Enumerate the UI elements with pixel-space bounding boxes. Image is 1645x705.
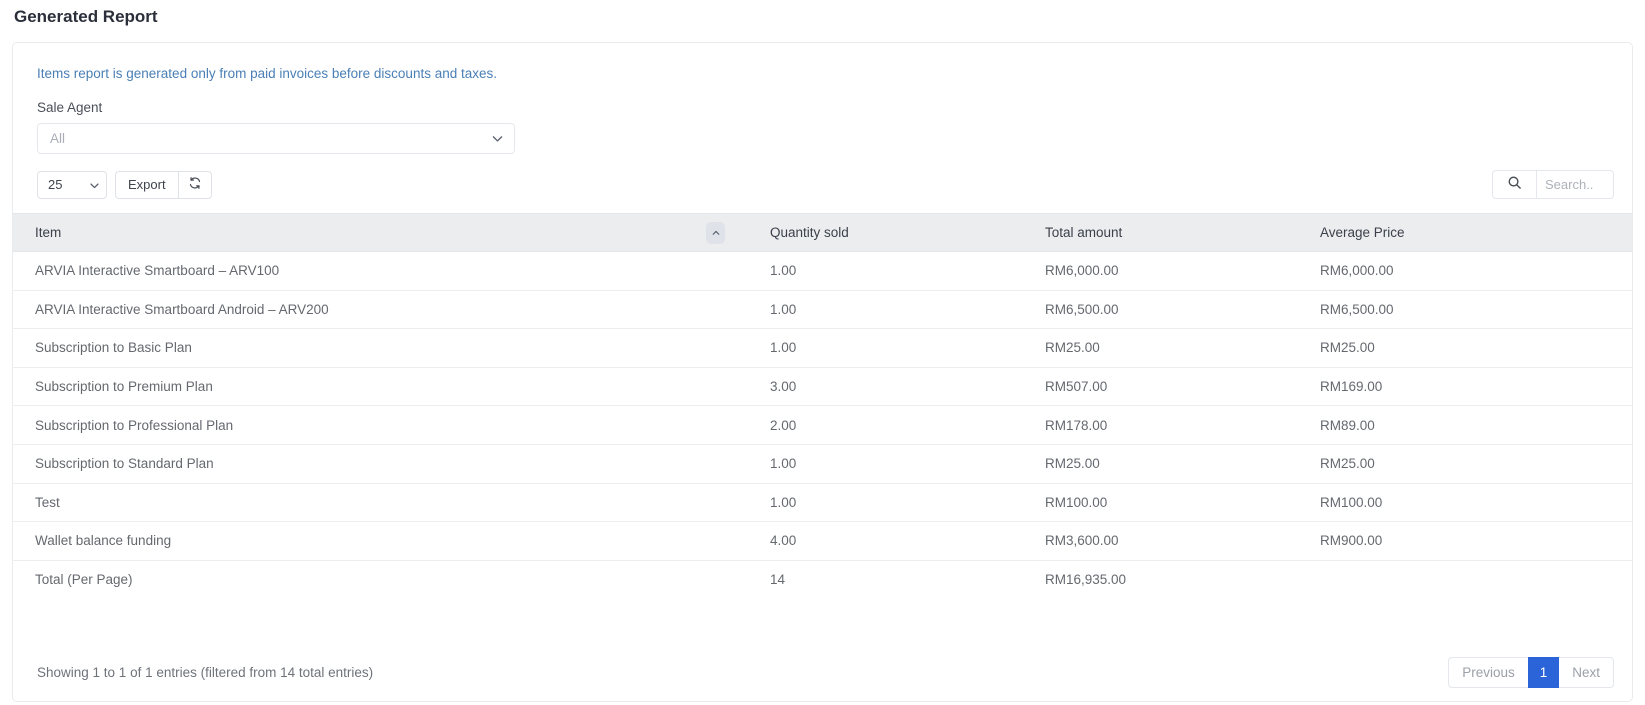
table-row[interactable]: ARVIA Interactive Smartboard – ARV100 1.… bbox=[13, 251, 1632, 291]
cell-total: RM100.00 bbox=[1023, 483, 1298, 523]
sale-agent-value: All bbox=[50, 131, 66, 146]
table-toolbar: 25 Export bbox=[13, 154, 1632, 199]
table-row[interactable]: Subscription to Standard Plan 1.00 RM25.… bbox=[13, 444, 1632, 484]
column-header-average-price[interactable]: Average Price bbox=[1298, 213, 1632, 252]
table-row[interactable]: Subscription to Basic Plan 1.00 RM25.00 … bbox=[13, 328, 1632, 368]
table-row[interactable]: ARVIA Interactive Smartboard Android – A… bbox=[13, 290, 1632, 330]
report-card: Items report is generated only from paid… bbox=[12, 42, 1633, 702]
cell-total: RM3,600.00 bbox=[1023, 521, 1298, 561]
table-row[interactable]: Subscription to Professional Plan 2.00 R… bbox=[13, 405, 1632, 445]
cell-item: Subscription to Basic Plan bbox=[13, 328, 748, 368]
cell-average: RM169.00 bbox=[1298, 367, 1632, 407]
cell-average: RM25.00 bbox=[1298, 328, 1632, 368]
cell-quantity: 1.00 bbox=[748, 290, 1023, 330]
chevron-down-icon bbox=[491, 132, 504, 145]
cell-total: RM25.00 bbox=[1023, 328, 1298, 368]
column-header-item-label: Item bbox=[35, 225, 62, 240]
table-row[interactable]: Test 1.00 RM100.00 RM100.00 bbox=[13, 483, 1632, 523]
search-icon bbox=[1507, 175, 1522, 195]
page-title: Generated Report bbox=[14, 7, 158, 26]
sale-agent-select[interactable]: All bbox=[37, 123, 515, 154]
column-header-quantity-sold[interactable]: Quantity sold bbox=[748, 213, 1023, 252]
cell-average: RM900.00 bbox=[1298, 521, 1632, 561]
chevron-down-icon bbox=[89, 179, 100, 190]
page-length-value: 25 bbox=[48, 177, 63, 192]
table-footer: Showing 1 to 1 of 1 entries (filtered fr… bbox=[13, 643, 1632, 701]
cell-total-quantity: 14 bbox=[770, 572, 786, 588]
cell-quantity: 1.00 bbox=[748, 251, 1023, 291]
cell-quantity: 1.00 bbox=[748, 444, 1023, 484]
cell-total-amount: RM16,935.00 bbox=[1045, 572, 1127, 588]
table-row[interactable]: Wallet balance funding 4.00 RM3,600.00 R… bbox=[13, 521, 1632, 561]
cell-item: ARVIA Interactive Smartboard – ARV100 bbox=[13, 251, 748, 291]
report-table: Item Quantity sold Total amount Average … bbox=[13, 213, 1632, 599]
pagination-next-button[interactable]: Next bbox=[1559, 656, 1614, 688]
sale-agent-label: Sale Agent bbox=[37, 100, 103, 115]
table-header-row: Item Quantity sold Total amount Average … bbox=[13, 213, 1632, 252]
cell-average: RM6,500.00 bbox=[1298, 290, 1632, 330]
cell-average: RM89.00 bbox=[1298, 405, 1632, 445]
cell-quantity: 2.00 bbox=[748, 405, 1023, 445]
cell-item: ARVIA Interactive Smartboard Android – A… bbox=[13, 290, 748, 330]
pagination: Previous 1 Next bbox=[1448, 656, 1614, 688]
cell-quantity: 1.00 bbox=[748, 483, 1023, 523]
cell-total-label: Total (Per Page) bbox=[35, 572, 133, 588]
export-button-group: Export bbox=[115, 170, 212, 199]
column-header-item[interactable]: Item bbox=[13, 213, 748, 252]
cell-item: Subscription to Professional Plan bbox=[13, 405, 748, 445]
table-body: ARVIA Interactive Smartboard – ARV100 1.… bbox=[13, 251, 1632, 599]
cell-total-average bbox=[1298, 560, 1632, 599]
report-page: Generated Report Items report is generat… bbox=[0, 0, 1645, 705]
cell-item: Wallet balance funding bbox=[13, 521, 748, 561]
export-button[interactable]: Export bbox=[115, 170, 178, 199]
column-header-total-amount[interactable]: Total amount bbox=[1023, 213, 1298, 252]
cell-average: RM6,000.00 bbox=[1298, 251, 1632, 291]
table-header: Item Quantity sold Total amount Average … bbox=[13, 213, 1632, 252]
refresh-icon bbox=[188, 176, 202, 193]
cell-quantity: 1.00 bbox=[748, 328, 1023, 368]
report-notice: Items report is generated only from paid… bbox=[37, 66, 497, 81]
cell-item: Test bbox=[13, 483, 748, 523]
cell-average: RM25.00 bbox=[1298, 444, 1632, 484]
search-button[interactable] bbox=[1492, 170, 1537, 199]
cell-total: RM507.00 bbox=[1023, 367, 1298, 407]
cell-quantity: 3.00 bbox=[748, 367, 1023, 407]
sale-agent-filter: Sale Agent All bbox=[13, 83, 1632, 154]
toolbar-left-group: 25 Export bbox=[37, 170, 212, 199]
search-input[interactable] bbox=[1537, 170, 1614, 199]
page-length-select[interactable]: 25 bbox=[37, 170, 107, 199]
cell-item: Subscription to Standard Plan bbox=[13, 444, 748, 484]
pagination-previous-button[interactable]: Previous bbox=[1448, 656, 1528, 688]
cell-total: RM6,000.00 bbox=[1023, 251, 1298, 291]
cell-average: RM100.00 bbox=[1298, 483, 1632, 523]
pagination-page-1-button[interactable]: 1 bbox=[1527, 656, 1560, 688]
cell-item: Subscription to Premium Plan bbox=[13, 367, 748, 407]
cell-total: RM178.00 bbox=[1023, 405, 1298, 445]
sort-ascending-icon[interactable] bbox=[706, 221, 725, 244]
table-total-row: Total (Per Page) 14 RM16,935.00 bbox=[13, 560, 1632, 599]
cell-total: RM25.00 bbox=[1023, 444, 1298, 484]
refresh-button[interactable] bbox=[177, 170, 212, 199]
cell-quantity: 4.00 bbox=[748, 521, 1023, 561]
search-group bbox=[1492, 170, 1614, 199]
table-row[interactable]: Subscription to Premium Plan 3.00 RM507.… bbox=[13, 367, 1632, 407]
cell-total: RM6,500.00 bbox=[1023, 290, 1298, 330]
showing-entries-text: Showing 1 to 1 of 1 entries (filtered fr… bbox=[37, 664, 374, 680]
